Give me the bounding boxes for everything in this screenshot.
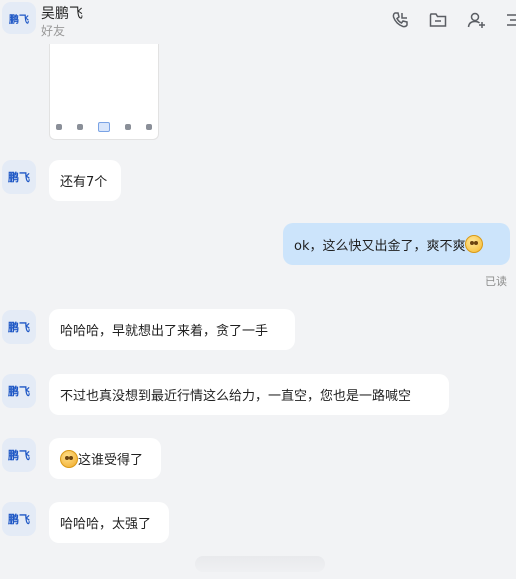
contact-avatar[interactable]: 鹏飞 — [2, 2, 36, 34]
more-icon[interactable] — [502, 9, 516, 31]
message-bubble[interactable]: 不过也真没想到最近行情这么给力，一直空，您也是一路喊空 — [49, 374, 449, 415]
message-bubble[interactable]: 哈哈哈，早就想出了来着，贪了一手 — [49, 309, 295, 350]
message-text: ok，这么快又出金了，爽不爽 — [294, 238, 466, 254]
message-bubble[interactable]: 还有7个 — [49, 160, 121, 201]
chat-header: 鹏飞 吴鹏飞 好友 — [0, 0, 516, 44]
thumbnail-toolbar — [56, 121, 152, 133]
message-bubble[interactable]: 这谁受得了 — [49, 438, 161, 479]
thumbnail-icon — [77, 124, 83, 130]
message-text: 哈哈哈，早就想出了来着，贪了一手 — [60, 324, 269, 339]
sender-avatar[interactable]: 鹏飞 — [2, 374, 36, 408]
add-user-icon[interactable] — [465, 9, 487, 31]
sender-avatar[interactable]: 鹏飞 — [2, 502, 36, 536]
folder-icon[interactable] — [427, 9, 449, 31]
thumbnail-icon — [146, 124, 152, 130]
thumbnail-icon — [98, 122, 110, 132]
contact-status: 好友 — [41, 24, 66, 38]
message-text: 还有7个 — [60, 175, 108, 190]
laugh-cry-emoji-icon — [60, 449, 78, 468]
sender-avatar[interactable]: 鹏飞 — [2, 438, 36, 472]
sender-avatar[interactable]: 鹏飞 — [2, 160, 36, 194]
image-message-thumbnail[interactable] — [49, 44, 159, 140]
my-message-bubble[interactable]: ok，这么快又出金了，爽不爽 — [283, 223, 510, 265]
message-text: 哈哈哈，太强了 — [60, 517, 152, 532]
message-text: 不过也真没想到最近行情这么给力，一直空，您也是一路喊空 — [60, 389, 412, 404]
thumbnail-icon — [125, 124, 131, 130]
message-bubble[interactable]: 哈哈哈，太强了 — [49, 502, 169, 543]
smile-emoji-icon — [465, 235, 484, 253]
message-text: 这谁受得了 — [78, 453, 144, 468]
contact-name[interactable]: 吴鹏飞 — [41, 3, 83, 23]
phone-icon[interactable] — [389, 9, 411, 31]
thumbnail-icon — [56, 124, 62, 130]
sender-avatar[interactable]: 鹏飞 — [2, 310, 36, 344]
scroll-fade — [0, 550, 516, 579]
read-receipt: 已读 — [485, 275, 507, 288]
chat-history[interactable]: 鹏飞 还有7个 ok，这么快又出金了，爽不爽 已读 鹏飞 哈哈哈，早就想出了来着… — [0, 44, 516, 579]
